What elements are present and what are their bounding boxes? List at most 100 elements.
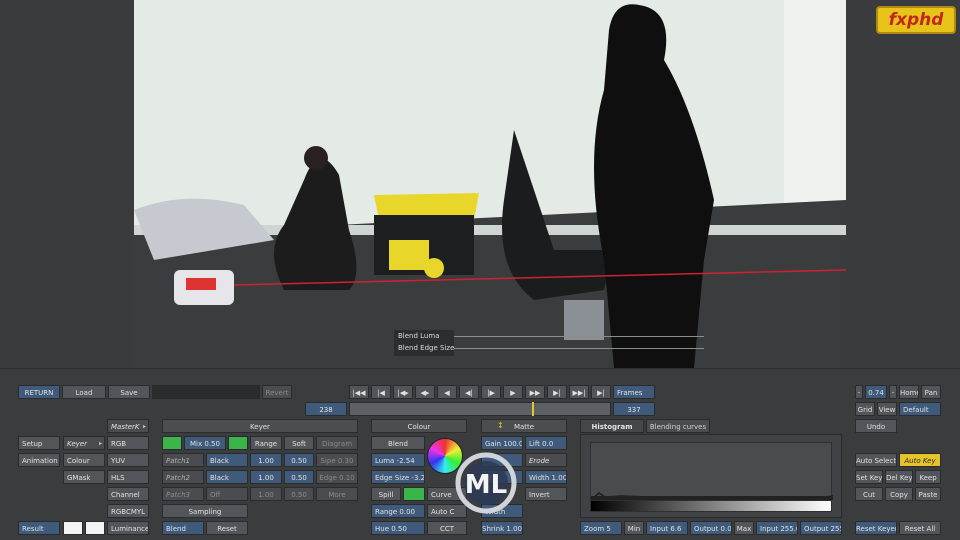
del-key-button[interactable]: Del Key — [885, 470, 913, 484]
frame-start-field[interactable]: 238 — [305, 402, 347, 416]
tab-histogram[interactable]: Histogram — [580, 419, 644, 433]
hue-field[interactable]: Hue 0.50 — [371, 521, 425, 535]
transport-frame-back-button[interactable]: ◀| — [459, 385, 479, 399]
reset-button[interactable]: Reset — [206, 521, 248, 535]
setup-button[interactable]: Setup — [18, 436, 60, 450]
value-3a[interactable]: 1.00 — [250, 487, 282, 501]
cct-button[interactable]: CCT — [427, 521, 467, 535]
default-button[interactable]: Default — [899, 402, 941, 416]
reset-keyer-button[interactable]: Reset Keyer — [855, 521, 897, 535]
value-3b[interactable]: 0.50 — [284, 487, 314, 501]
video-viewport[interactable]: Blend Luma Blend Edge Size — [134, 0, 846, 368]
invert-button[interactable]: Invert — [525, 487, 567, 501]
zoom-plus-button[interactable]: - — [889, 385, 897, 399]
undo-button[interactable]: Undo — [855, 419, 897, 433]
value-1b[interactable]: 0.50 — [284, 453, 314, 467]
back-swatch[interactable] — [85, 521, 105, 535]
output-min-field[interactable]: Output 0.0 — [690, 521, 732, 535]
channel-mode[interactable]: Channel — [107, 487, 149, 501]
copy-button[interactable]: Copy — [885, 487, 913, 501]
off-button[interactable]: Off — [206, 487, 248, 501]
sampling-button[interactable]: Sampling — [162, 504, 248, 518]
home-button[interactable]: Home — [899, 385, 919, 399]
timeline-playhead[interactable] — [532, 402, 534, 416]
transport-shuttle-back-button[interactable]: ◀▸ — [415, 385, 435, 399]
keyer-color-swatch-1[interactable] — [162, 436, 182, 450]
load-button[interactable]: Load — [62, 385, 106, 399]
spill-swatch[interactable] — [403, 487, 425, 501]
transport-play-button[interactable]: ▶ — [503, 385, 523, 399]
front-swatch[interactable] — [63, 521, 83, 535]
return-button[interactable]: RETURN — [18, 385, 60, 399]
tab-blending-curves[interactable]: Blending curves — [646, 419, 710, 433]
colour-blend-button[interactable]: Blend — [371, 436, 425, 450]
black-button-1[interactable]: Black — [206, 453, 248, 467]
keyer-color-swatch-2[interactable] — [228, 436, 248, 450]
transport-play-back-button[interactable]: ◀ — [437, 385, 457, 399]
erode-field[interactable]: Erode — [525, 453, 567, 467]
transport-frame-forward-button[interactable]: |▶ — [481, 385, 501, 399]
zoom-field[interactable]: 0.74 — [865, 385, 887, 399]
auto-key-button[interactable]: Auto Key — [899, 453, 941, 467]
zoom-minus-button[interactable]: - — [855, 385, 863, 399]
transport-next-key-button[interactable]: ▶| — [547, 385, 567, 399]
animation-button[interactable]: Animation — [18, 453, 60, 467]
luma-field[interactable]: Luma -2.54 — [371, 453, 425, 467]
mix-slider[interactable]: Mix 0.50 — [184, 436, 226, 450]
more-button[interactable]: More — [316, 487, 358, 501]
pan-button[interactable]: Pan — [921, 385, 941, 399]
filename-field[interactable] — [152, 385, 260, 399]
edge-size-field[interactable]: Edge Size -3.26 — [371, 470, 425, 484]
input-min-field[interactable]: Input 6.6 — [646, 521, 688, 535]
black-button-2[interactable]: Black — [206, 470, 248, 484]
gmask-tab[interactable]: GMask — [63, 470, 105, 484]
cut-button[interactable]: Cut — [855, 487, 883, 501]
patch1-field[interactable]: Patch1 — [162, 453, 204, 467]
transport-start-button[interactable]: |◀◀ — [349, 385, 369, 399]
result-button[interactable]: Result — [18, 521, 60, 535]
auto-select-button[interactable]: Auto Select — [855, 453, 897, 467]
timeline-bar[interactable] — [349, 402, 611, 416]
output-max-field[interactable]: Output 255.0 — [800, 521, 842, 535]
gain-field[interactable]: Gain 100.0 — [481, 436, 523, 450]
transport-step-back-button[interactable]: |◀ — [371, 385, 391, 399]
grid-button[interactable]: Grid — [855, 402, 875, 416]
value-2b[interactable]: 0.50 — [284, 470, 314, 484]
spill-button[interactable]: Spill — [371, 487, 401, 501]
transport-prev-key-button[interactable]: |◀▸ — [393, 385, 413, 399]
yuv-mode[interactable]: YUV — [107, 453, 149, 467]
keep-button[interactable]: Keep — [915, 470, 941, 484]
zoom-histogram-field[interactable]: Zoom 5 — [580, 521, 622, 535]
view-button[interactable]: View — [877, 402, 897, 416]
histogram-gradient[interactable] — [590, 500, 832, 512]
frame-end-field[interactable]: 337 — [613, 402, 655, 416]
patch2-field[interactable]: Patch2 — [162, 470, 204, 484]
range-button[interactable]: Range — [250, 436, 282, 450]
masterk-mode[interactable]: MasterK — [107, 419, 149, 434]
soft-button[interactable]: Soft — [284, 436, 314, 450]
diagram-button[interactable]: Diagram — [316, 436, 358, 450]
hls-mode[interactable]: HLS — [107, 470, 149, 484]
lift-field[interactable]: Lift 0.0 — [525, 436, 567, 450]
value-1a[interactable]: 1.00 — [250, 453, 282, 467]
luminance-mode[interactable]: Luminance — [107, 521, 149, 535]
sipe-field[interactable]: Sipe 0.30 — [316, 453, 358, 467]
blend-button[interactable]: Blend — [162, 521, 204, 535]
input-max-field[interactable]: Input 255.0 — [756, 521, 798, 535]
shrink-field[interactable]: Shrink 1.00 — [481, 521, 523, 535]
transport-shuttle-forward-button[interactable]: ▶▶ — [525, 385, 545, 399]
edge-field[interactable]: Edge 0.10 — [316, 470, 358, 484]
transport-step-forward-button[interactable]: ▶▶| — [569, 385, 589, 399]
revert-button[interactable]: Revert — [262, 385, 292, 399]
transport-end-button[interactable]: ▶| — [591, 385, 611, 399]
rgbcmyl-mode[interactable]: RGBCMYL — [107, 504, 149, 518]
frames-button[interactable]: Frames — [613, 385, 655, 399]
reset-all-button[interactable]: Reset All — [899, 521, 941, 535]
keyer-tab[interactable]: Keyer — [63, 436, 105, 451]
rgb-mode[interactable]: RGB — [107, 436, 149, 450]
save-button[interactable]: Save — [108, 385, 150, 399]
width-field[interactable]: Width 1.00 — [525, 470, 567, 484]
colour-tab[interactable]: Colour — [63, 453, 105, 467]
paste-button[interactable]: Paste — [915, 487, 941, 501]
value-2a[interactable]: 1.00 — [250, 470, 282, 484]
